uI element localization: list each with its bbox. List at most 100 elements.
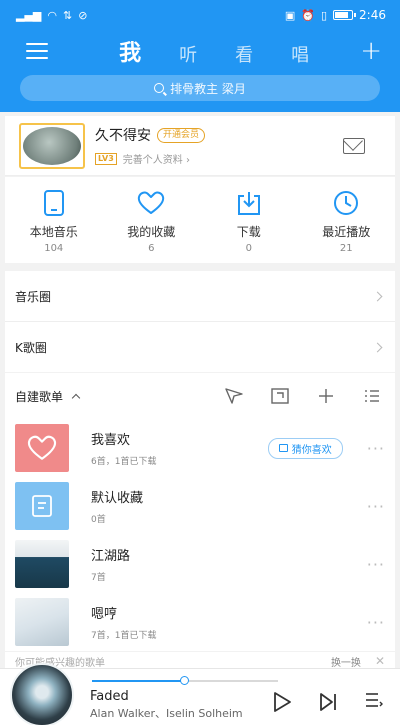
chevron-right-icon xyxy=(372,291,383,301)
playlist-queue-icon[interactable] xyxy=(365,691,383,715)
vip-badge[interactable]: 开通会员 xyxy=(157,127,206,143)
status-bar: ▂▄▆ ◠ ⇅ ⊘ ▣ ⏰ ▯ 2:46 xyxy=(0,0,400,30)
nav-row: 我 听 看 唱 + xyxy=(0,30,400,72)
top-tabs: 我 听 看 唱 xyxy=(119,35,309,67)
guess-you-like-button[interactable]: 猜你喜欢 xyxy=(267,437,343,459)
playlist-cover xyxy=(15,482,69,530)
close-icon[interactable]: ✕ xyxy=(375,654,385,668)
playlist-cover xyxy=(15,598,69,646)
row-label: 音乐圈 xyxy=(15,289,52,304)
level-badge: LV3 xyxy=(95,152,117,165)
avatar-frame[interactable] xyxy=(19,122,85,169)
manage-icon[interactable] xyxy=(363,387,381,405)
stat-label: 下载 xyxy=(236,225,261,239)
import-icon[interactable] xyxy=(271,387,289,405)
playlist-title: 嗯哼 xyxy=(91,607,118,622)
stat-download[interactable]: 下载 0 xyxy=(204,189,294,254)
add-icon[interactable]: + xyxy=(360,38,382,64)
stat-count: 0 xyxy=(245,243,252,254)
more-icon[interactable]: ··· xyxy=(367,613,385,632)
playlist-title: 我喜欢 xyxy=(91,433,131,448)
tab-me[interactable]: 我 xyxy=(119,35,141,67)
stat-label: 我的收藏 xyxy=(127,225,176,239)
stat-label: 最近播放 xyxy=(322,225,371,239)
search-bar[interactable]: 排骨教主 梁月 xyxy=(20,75,380,101)
playlists-header: 自建歌单 xyxy=(5,373,395,419)
stat-count: 6 xyxy=(148,243,155,254)
playlist-meta: 0首 xyxy=(91,515,106,525)
tab-watch[interactable]: 看 xyxy=(235,41,253,67)
tab-sing[interactable]: 唱 xyxy=(291,41,309,67)
playlists-title: 自建歌单 xyxy=(15,389,64,404)
playlist-meta: 7首 xyxy=(91,573,106,583)
wifi-icon: ◠ xyxy=(47,8,57,22)
menu-icon[interactable] xyxy=(26,43,48,59)
play-icon[interactable] xyxy=(272,691,292,717)
top-header: ▂▄▆ ◠ ⇅ ⊘ ▣ ⏰ ▯ 2:46 我 听 看 唱 + 排骨教主 梁月 xyxy=(0,0,400,112)
playlist-meta: 6首，1首已下载 xyxy=(91,457,157,467)
stats-row: 本地音乐 104 我的收藏 6 下载 0 最近播放 21 xyxy=(5,177,395,263)
playlist-item[interactable]: 江湖路 7首 ··· xyxy=(5,535,395,593)
row-music-circle[interactable]: 音乐圈 xyxy=(5,271,395,321)
edit-profile-text: 完善个人资料 xyxy=(122,155,183,166)
next-icon[interactable] xyxy=(319,691,337,717)
blocked-icon: ⊘ xyxy=(78,8,88,22)
stat-recent[interactable]: 最近播放 21 xyxy=(301,189,391,254)
chevron-right-icon: › xyxy=(185,155,190,166)
playlist-item[interactable]: 我喜欢 6首，1首已下载 猜你喜欢 ··· xyxy=(5,419,395,477)
playlist-meta: 7首，1首已下载 xyxy=(91,631,157,641)
battery-saver-icon: ▣ xyxy=(284,8,296,22)
battery-icon xyxy=(333,10,357,20)
playlist-item[interactable]: 嗯哼 7首，1首已下载 ··· xyxy=(5,593,395,651)
search-icon xyxy=(154,83,165,93)
playlist-title: 江湖路 xyxy=(91,549,131,564)
clock-icon xyxy=(301,189,391,217)
stat-favorites[interactable]: 我的收藏 6 xyxy=(106,189,196,254)
download-icon xyxy=(204,189,294,217)
avatar xyxy=(23,126,81,165)
nickname: 久不得安 xyxy=(95,128,151,144)
note-icon xyxy=(32,495,52,517)
playlist-list: 我喜欢 6首，1首已下载 猜你喜欢 ··· 默认收藏 0首 ··· 江湖路 7首… xyxy=(5,419,395,651)
more-icon[interactable]: ··· xyxy=(367,497,385,516)
progress-bar[interactable] xyxy=(92,676,278,685)
progress-handle[interactable] xyxy=(180,676,189,685)
radio-icon xyxy=(278,444,288,452)
playlist-cover xyxy=(15,540,69,588)
signal-icon: ▂▄▆ xyxy=(16,8,42,22)
heart-icon xyxy=(106,189,196,217)
status-time: 2:46 xyxy=(359,8,386,22)
row-label: K歌圈 xyxy=(15,340,47,355)
mail-icon[interactable] xyxy=(343,137,365,154)
chevron-up-icon[interactable] xyxy=(71,393,81,402)
search-placeholder: 排骨教主 梁月 xyxy=(170,81,246,96)
song-title: Faded xyxy=(90,689,129,704)
alarm-icon: ⏰ xyxy=(301,8,315,22)
mini-player[interactable]: Faded Alan Walker、Iselin Solheim xyxy=(0,663,400,725)
playlist-cover xyxy=(15,424,69,472)
playlist-item[interactable]: 默认收藏 0首 ··· xyxy=(5,477,395,535)
data-icon: ⇅ xyxy=(63,8,73,22)
send-icon[interactable] xyxy=(225,387,243,405)
more-icon[interactable]: ··· xyxy=(367,439,385,458)
add-playlist-icon[interactable] xyxy=(317,387,335,405)
row-k-song-circle[interactable]: K歌圈 xyxy=(5,322,395,372)
phone-icon xyxy=(9,189,99,217)
album-art[interactable] xyxy=(10,663,74,725)
stat-count: 104 xyxy=(44,243,64,254)
playlist-title: 默认收藏 xyxy=(91,491,144,506)
heart-icon xyxy=(27,435,57,460)
progress-fill xyxy=(92,680,185,682)
swap-button[interactable]: 换一换 xyxy=(331,654,361,669)
guess-you-like-label: 猜你喜欢 xyxy=(291,444,332,456)
vibrate-icon: ▯ xyxy=(320,8,328,22)
more-icon[interactable]: ··· xyxy=(367,555,385,574)
tab-listen[interactable]: 听 xyxy=(179,41,197,67)
chevron-right-icon xyxy=(372,342,383,352)
stat-label: 本地音乐 xyxy=(29,225,78,239)
stat-local-music[interactable]: 本地音乐 104 xyxy=(9,189,99,254)
stat-count: 21 xyxy=(339,243,353,254)
edit-profile-link[interactable]: 完善个人资料 › xyxy=(123,151,190,166)
song-artist: Alan Walker、Iselin Solheim xyxy=(90,707,243,720)
profile-card[interactable]: 久不得安 开通会员 LV3 完善个人资料 › xyxy=(5,116,395,176)
